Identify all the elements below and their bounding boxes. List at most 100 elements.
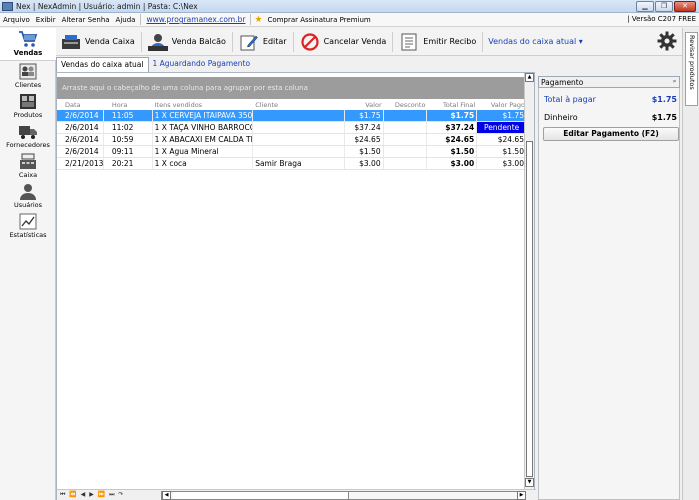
minimize-button[interactable]: ▁ [636,1,654,12]
vertical-scroll-thumb[interactable] [526,141,533,477]
revisar-produtos-tab[interactable]: Revisar produtos [685,32,698,106]
editar-pagamento-button[interactable]: Editar Pagamento (F2) [543,127,679,141]
cell-data: 2/6/2014 [57,146,104,157]
edit-icon [239,33,259,51]
sales-filter-dropdown[interactable]: Vendas do caixa atual ▾ [484,37,587,46]
cell-hora: 11:02 [104,122,153,133]
column-header-valor[interactable]: Valor [345,101,384,110]
venda-balcao-button[interactable]: Venda Balcão [143,30,231,54]
sidebar-item-vendas[interactable]: Vendas [0,28,56,61]
cell-hora: 20:21 [104,158,153,169]
table-row[interactable]: 2/6/2014 11:02 1 X TAÇA VINHO BARROCO $3… [57,122,527,134]
scroll-left-button[interactable]: ◀ [162,491,171,500]
menu-alterar-senha[interactable]: Alterar Senha [59,16,113,24]
cell-valor: $3.00 [345,158,384,169]
sidebar-item-label: Usuários [13,201,43,209]
sidebar-item-usuarios[interactable]: Usuários [0,181,56,211]
payment-panel-title: Pagamento [541,78,584,87]
editar-button[interactable]: Editar [234,30,292,54]
cell-cliente [253,110,345,121]
group-by-panel[interactable]: Arraste aqui o cabeçalho de uma coluna p… [57,77,527,99]
venda-balcao-label: Venda Balcão [171,37,226,46]
cell-valor: $1.50 [345,146,384,157]
total-a-pagar-label: Total à pagar [544,95,596,104]
scroll-up-button[interactable]: ▲ [525,73,534,82]
sidebar-item-label: Clientes [14,81,42,89]
toolbar-separator [140,31,142,52]
vertical-scrollbar[interactable]: ▲ ▼ [524,73,534,489]
cell-hora: 10:59 [104,134,153,145]
emitir-recibo-label: Emitir Recibo [423,37,477,46]
scroll-down-button[interactable]: ▼ [525,478,534,487]
cell-data: 2/21/2013 [57,158,104,169]
gear-icon[interactable] [657,31,677,51]
website-link[interactable]: www.programanex.com.br [143,15,248,24]
cell-valor: $1.75 [345,110,384,121]
restore-button[interactable]: ❐ [655,1,673,12]
menu-separator [250,14,252,25]
column-header-cliente[interactable]: Cliente [253,101,345,110]
menu-ajuda[interactable]: Ajuda [113,16,139,24]
cell-itens: 1 X ABACAXI EM CALDA TR [154,134,254,145]
cancelar-venda-label: Cancelar Venda [323,37,387,46]
dinheiro-row: Dinheiro $1.75 [544,112,679,124]
receipt-icon [399,33,419,51]
column-header-data[interactable]: Data [57,101,104,110]
sidebar-item-clientes[interactable]: Clientes [0,61,56,91]
buy-premium-link[interactable]: Comprar Assinatura Premium [265,16,374,24]
toolbar-separator [482,31,484,52]
close-button[interactable]: ✕ [674,1,696,12]
record-navigator[interactable]: ⏮ ⏪ ◀ ▶ ⏩ ⏭ ↷ [60,491,124,499]
sidebar-item-caixa[interactable]: Caixa [0,151,56,181]
cell-data: 2/6/2014 [57,122,104,133]
cell-desconto [384,134,428,145]
sidebar-item-label: Fornecedores [6,141,50,149]
sidebar-item-label: Estatísticas [9,231,47,239]
cell-valor-pago: $24.65 [477,134,527,145]
cell-data: 2/6/2014 [57,110,104,121]
column-header-itens[interactable]: Itens vendidos [153,101,254,110]
sidebar-item-produtos[interactable]: Produtos [0,91,56,121]
cell-total-final: $1.75 [427,110,478,121]
column-header-desconto[interactable]: Desconto [384,101,428,110]
table-row[interactable]: 2/6/2014 09:11 1 X Agua Mineral $1.50 $1… [57,146,527,158]
column-header-hora[interactable]: Hora [104,101,153,110]
sidebar-item-estatisticas[interactable]: Estatísticas [0,211,56,241]
toolbar-separator [392,31,394,52]
window-title: Nex | NexAdmin | Usuário: admin | Pasta:… [16,1,198,11]
tab-vendas-caixa-atual[interactable]: Vendas do caixa atual [56,57,149,72]
scroll-right-button[interactable]: ▶ [517,491,526,500]
pin-icon[interactable]: ᵖ [673,77,676,88]
cell-total-final: $3.00 [427,158,478,169]
cell-hora: 09:11 [104,146,153,157]
products-icon [20,94,36,109]
horizontal-scrollbar[interactable]: ◀ ▶ [161,491,526,500]
column-header-valor-pago[interactable]: Valor Pago [477,101,527,110]
table-row[interactable]: 2/6/2014 10:59 1 X ABACAXI EM CALDA TR $… [57,134,527,146]
venda-caixa-button[interactable]: Venda Caixa [56,30,140,54]
caret-down-icon: ▾ [578,37,583,46]
cell-total-final: $24.65 [427,134,478,145]
cancelar-venda-button[interactable]: Cancelar Venda [295,30,392,54]
horizontal-scroll-thumb[interactable] [173,492,349,499]
emitir-recibo-button[interactable]: Emitir Recibo [394,30,481,54]
column-header-total-final[interactable]: Total Final [427,101,477,110]
menu-exibir[interactable]: Exibir [33,16,59,24]
cell-valor-pago: $1.50 [477,146,527,157]
sidebar: Vendas Clientes Produtos Fornecedores Ca… [0,28,56,500]
sidebar-item-label: Vendas [13,49,43,57]
cell-data: 2/6/2014 [57,134,104,145]
table-row[interactable]: 2/6/2014 11:05 1 X CERVEJA ITAIPAVA 350 … [57,110,527,122]
menu-separator [140,14,142,25]
venda-caixa-label: Venda Caixa [85,37,135,46]
tab-aguardando-pagamento[interactable]: 1 Aguardando Pagamento [149,57,255,72]
sidebar-item-fornecedores[interactable]: Fornecedores [0,121,56,151]
table-row[interactable]: 2/21/2013 20:21 1 X coca Samir Braga $3.… [57,158,527,170]
star-icon: ★ [254,14,263,25]
clerk-icon [147,33,168,51]
cash-register-icon [20,153,36,169]
menu-arquivo[interactable]: Arquivo [0,16,33,24]
sales-grid: Arraste aqui o cabeçalho de uma coluna p… [56,72,536,500]
app-logo-icon [2,1,13,11]
cell-valor: $37.24 [345,122,384,133]
